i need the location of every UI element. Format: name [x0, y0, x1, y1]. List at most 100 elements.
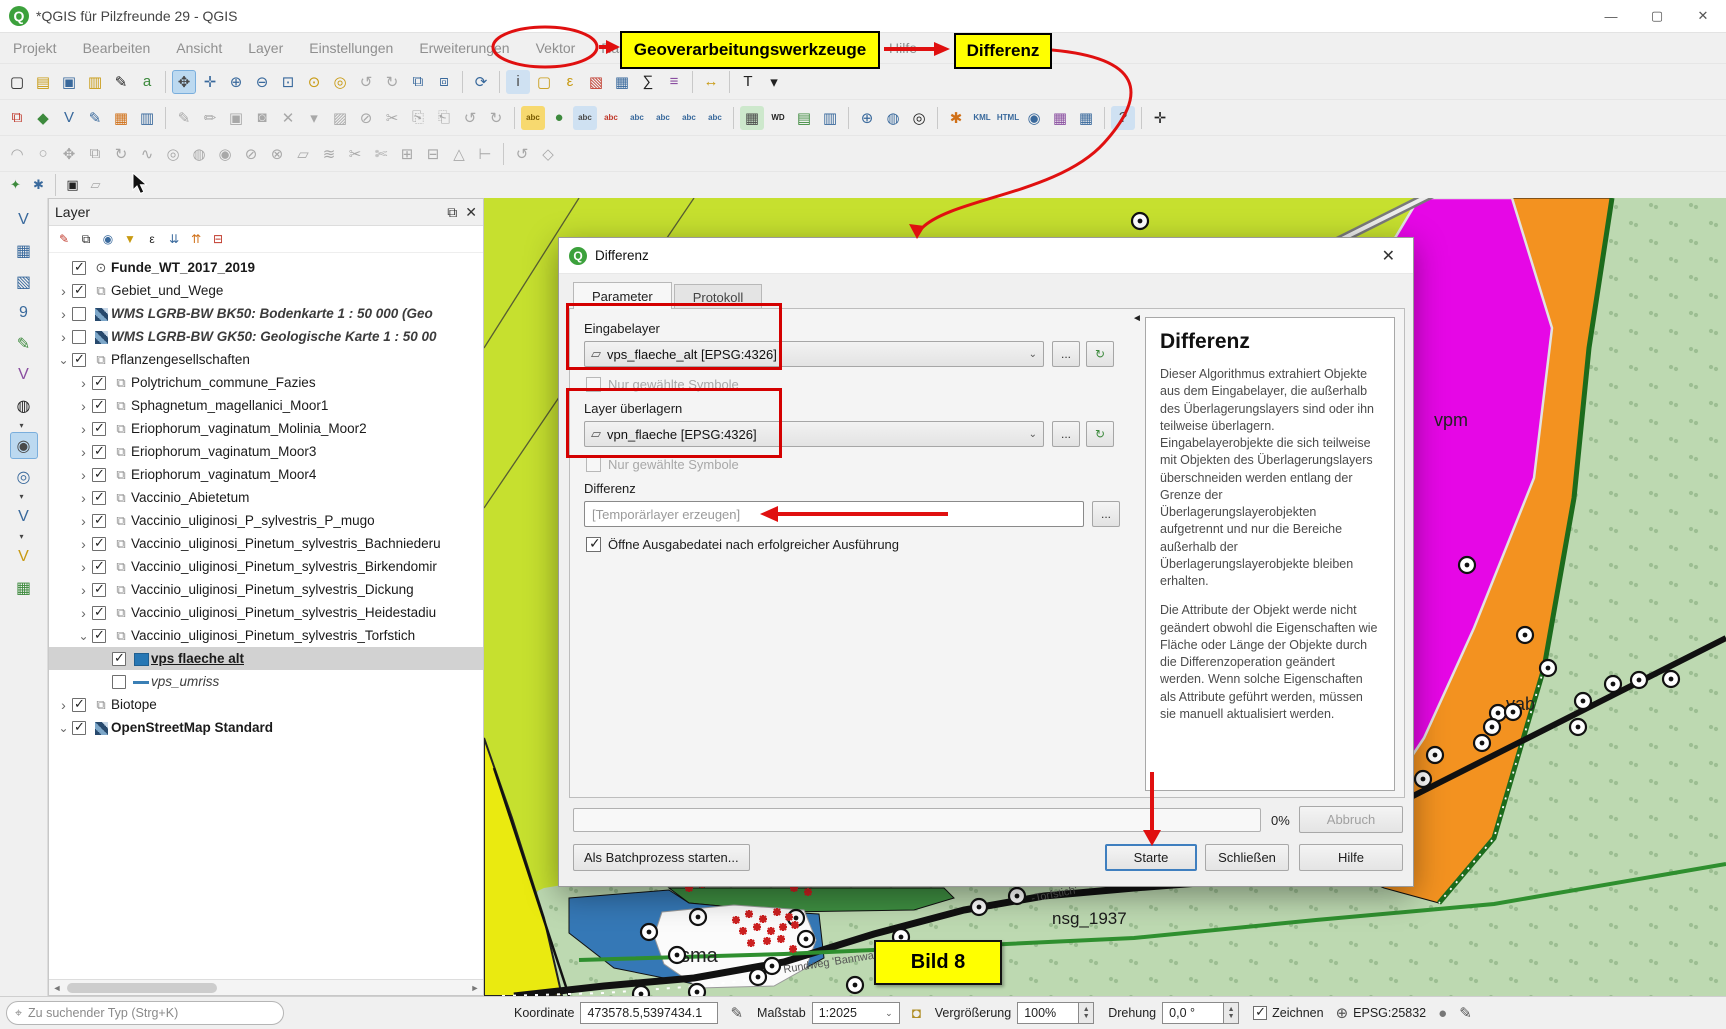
- layer-name[interactable]: Vaccinio_uliginosi_Pinetum_sylvestris_To…: [131, 628, 415, 643]
- scrollbar-thumb[interactable]: [67, 983, 217, 993]
- expand-icon[interactable]: ›: [75, 421, 92, 437]
- add-wfs-layer-dropdown-icon[interactable]: ▾: [19, 532, 23, 541]
- layer-tree-hscrollbar[interactable]: ◄ ►: [49, 979, 483, 995]
- style-manager-icon[interactable]: a: [135, 70, 159, 94]
- select-features-icon[interactable]: ▢: [532, 70, 556, 94]
- collapse-icon[interactable]: ⌄: [55, 353, 72, 367]
- add-group-icon[interactable]: ⧉: [76, 229, 96, 249]
- extent-icon[interactable]: ✎: [730, 1004, 743, 1022]
- layer-visibility-checkbox[interactable]: [92, 606, 106, 620]
- layer-tree-row[interactable]: ›⧉Vaccinio_uliginosi_Pinetum_sylvestris_…: [49, 532, 483, 555]
- scale-combobox[interactable]: 1:2025⌄: [812, 1002, 900, 1024]
- new-project-icon[interactable]: ▢: [5, 70, 29, 94]
- layer-tree-row[interactable]: ›⧉Biotope: [49, 693, 483, 716]
- layer-visibility-checkbox[interactable]: [92, 445, 106, 459]
- edit-log-icon[interactable]: ✎: [1459, 1004, 1472, 1022]
- layer-name[interactable]: vps flaeche alt: [151, 651, 244, 666]
- copy-features-icon[interactable]: ⎘: [406, 106, 430, 130]
- dialog-close-icon[interactable]: ✕: [1374, 244, 1403, 268]
- vertex-edit-icon[interactable]: △: [447, 142, 471, 166]
- offset-point-symbols-icon[interactable]: ◇: [536, 142, 560, 166]
- input-browse-button[interactable]: ...: [1052, 341, 1080, 367]
- expand-icon[interactable]: ›: [55, 697, 72, 713]
- digitize-circle-icon[interactable]: ○: [31, 142, 55, 166]
- kml-tools-icon[interactable]: KML: [970, 106, 994, 130]
- label-change-icon[interactable]: abc: [677, 106, 701, 130]
- pan-to-selection-icon[interactable]: ✛: [198, 70, 222, 94]
- fill-ring-icon[interactable]: ◉: [213, 142, 237, 166]
- save-edits-icon[interactable]: ▣: [224, 106, 248, 130]
- scroll-left-icon[interactable]: ◄: [49, 983, 65, 993]
- expand-icon[interactable]: ›: [75, 375, 92, 391]
- layer-visibility-checkbox[interactable]: [112, 652, 126, 666]
- open-attribute-table-icon[interactable]: ▦: [610, 70, 634, 94]
- add-oracle-layer-icon[interactable]: ▦: [10, 574, 38, 601]
- layer-visibility-checkbox[interactable]: [112, 675, 126, 689]
- layer-name[interactable]: Gebiet_und_Wege: [111, 283, 223, 298]
- rotate-feature-icon[interactable]: ↻: [109, 142, 133, 166]
- layer-visibility-checkbox[interactable]: [92, 629, 106, 643]
- open-layer-styling-icon[interactable]: ✎: [54, 229, 74, 249]
- layer-name[interactable]: Polytrichum_commune_Fazies: [131, 375, 316, 390]
- add-postgis-layer-icon[interactable]: ◍: [10, 392, 38, 419]
- web-globe-icon[interactable]: ◍: [881, 106, 905, 130]
- expand-icon[interactable]: ›: [55, 306, 72, 322]
- globe-plugin-icon[interactable]: ◉: [1022, 106, 1046, 130]
- layer-name[interactable]: vps_umriss: [151, 674, 219, 689]
- expand-icon[interactable]: ›: [75, 582, 92, 598]
- layer-visibility-checkbox[interactable]: [72, 698, 86, 712]
- new-print-layout-icon[interactable]: ✎: [109, 70, 133, 94]
- delete-selected-icon[interactable]: ⊘: [354, 106, 378, 130]
- add-ring-icon[interactable]: ◎: [161, 142, 185, 166]
- zoom-next-icon[interactable]: ↻: [380, 70, 404, 94]
- label-move-icon[interactable]: abc: [625, 106, 649, 130]
- float-panel-icon[interactable]: ⧉: [447, 204, 457, 221]
- layer-name[interactable]: WMS LGRB-BW BK50: Bodenkarte 1 : 50 000 …: [111, 306, 433, 321]
- new-memory-layer-icon[interactable]: ▥: [135, 106, 159, 130]
- crosshair-tool-icon[interactable]: ✛: [1148, 106, 1172, 130]
- crs-status[interactable]: EPSG:25832: [1353, 1006, 1426, 1020]
- expand-icon[interactable]: ›: [75, 559, 92, 575]
- copy-move-icon[interactable]: ⧉: [83, 142, 107, 166]
- rotation-spinbox[interactable]: 0,0 ° ▲▼: [1162, 1002, 1239, 1024]
- layer-name[interactable]: OpenStreetMap Standard: [111, 720, 273, 735]
- add-virtual-layer-icon[interactable]: V: [10, 361, 38, 388]
- new-shapefile-icon[interactable]: V: [57, 106, 81, 130]
- layer-name[interactable]: Vaccinio_uliginosi_Pinetum_sylvestris_He…: [131, 605, 436, 620]
- layer-visibility-checkbox[interactable]: [92, 468, 106, 482]
- add-vector-layer-icon[interactable]: V: [10, 206, 38, 233]
- layer-name[interactable]: Eriophorum_vaginatum_Moor3: [131, 444, 316, 459]
- layer-visibility-checkbox[interactable]: [92, 560, 106, 574]
- open-output-checkbox[interactable]: Öffne Ausgabedatei nach erfolgreicher Au…: [586, 537, 899, 552]
- field-calculator-icon[interactable]: ∑: [636, 70, 660, 94]
- simplify-feature-icon[interactable]: ∿: [135, 142, 159, 166]
- layer-visibility-checkbox[interactable]: [92, 422, 106, 436]
- messages-icon[interactable]: ●: [1438, 1005, 1447, 1022]
- zoom-to-layer-icon[interactable]: ⊙: [302, 70, 326, 94]
- layer-visibility-checkbox[interactable]: [92, 537, 106, 551]
- output-browse-button[interactable]: ...: [1092, 501, 1120, 527]
- current-edits-icon[interactable]: ✎: [172, 106, 196, 130]
- merge-features-icon[interactable]: ⊞: [395, 142, 419, 166]
- layer-visibility-checkbox[interactable]: [92, 376, 106, 390]
- map-theme-icon[interactable]: ✱: [28, 175, 49, 196]
- pan-map-icon[interactable]: ✥: [172, 70, 196, 94]
- cut-features-icon[interactable]: ✂: [380, 106, 404, 130]
- lock-scale-icon[interactable]: ◘: [912, 1005, 921, 1022]
- close-icon[interactable]: ✕: [1680, 0, 1726, 32]
- expand-icon[interactable]: ›: [75, 490, 92, 506]
- text-annotation-icon[interactable]: T: [736, 70, 760, 94]
- new-3d-view-icon[interactable]: ⧈: [432, 70, 456, 94]
- reshape-icon[interactable]: ▱: [291, 142, 315, 166]
- vertex-dropdown-icon[interactable]: ▾: [302, 106, 326, 130]
- zoom-full-icon[interactable]: ⊡: [276, 70, 300, 94]
- new-map-view-icon[interactable]: ⧉: [406, 70, 430, 94]
- menu-projekt[interactable]: Projekt: [0, 40, 70, 56]
- layer-name[interactable]: Eriophorum_vaginatum_Moor4: [131, 467, 316, 482]
- html-tools-icon[interactable]: HTML: [996, 106, 1020, 130]
- delete-ring-icon[interactable]: ⊘: [239, 142, 263, 166]
- dialog-titlebar[interactable]: Q Differenz ✕: [559, 238, 1413, 274]
- filter-by-expression-icon[interactable]: ε: [142, 229, 162, 249]
- offset-curve-icon[interactable]: ≋: [317, 142, 341, 166]
- raster-align-icon[interactable]: ▤: [792, 106, 816, 130]
